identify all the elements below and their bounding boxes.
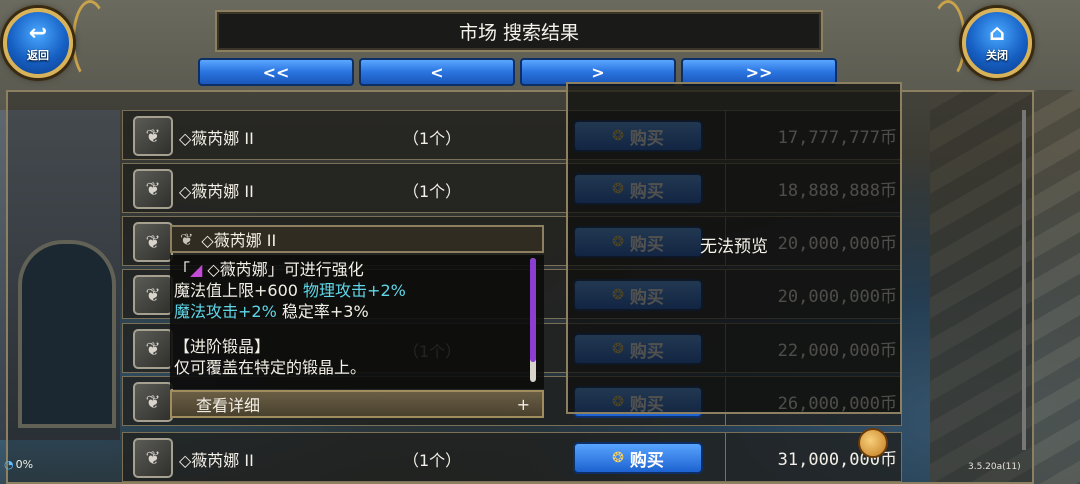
crystal-leaf-icon: ❦ xyxy=(133,382,173,422)
tooltip-line-4: 【进阶锻晶】 xyxy=(174,337,271,356)
version-label: 3.5.20a(11) xyxy=(968,462,1021,472)
back-label: 返回 xyxy=(27,49,49,62)
palette-icon[interactable] xyxy=(858,428,888,458)
tooltip-header: ❦ ◇薇芮娜 II xyxy=(170,225,544,253)
list-scrollbar[interactable] xyxy=(1022,110,1026,450)
tooltip-scroll-thumb[interactable] xyxy=(530,258,536,362)
table-row[interactable]: ❦ ◇薇芮娜 II （1个） ❂ 购买 31,000,000币 xyxy=(122,432,902,482)
coin-bag-icon: ❂ xyxy=(612,450,624,466)
wifi-icon: ◔ xyxy=(4,458,14,471)
item-name: ◇薇芮娜 II xyxy=(179,129,254,148)
tooltip-mp-stat: 魔法值上限+600 xyxy=(174,281,304,300)
buy-button[interactable]: ❂ 购买 xyxy=(573,442,703,474)
crystal-leaf-icon: ❦ xyxy=(133,329,173,369)
crystal-leaf-icon: ❦ xyxy=(133,275,173,315)
window-title: 市场 搜索结果 xyxy=(215,10,823,52)
preview-panel: 无法预览 xyxy=(566,82,902,414)
preview-text: 无法预览 xyxy=(700,236,768,257)
tooltip-phys-stat: 物理攻击+2% xyxy=(303,281,406,300)
tooltip-line-1: 「◢ ◇薇芮娜」可进行强化 xyxy=(174,259,532,280)
view-details-label: 查看详细 xyxy=(196,396,261,415)
tooltip-enhance-text: ◇薇芮娜」可进行强化 xyxy=(207,260,364,279)
battery-status: ◔ 0% xyxy=(4,458,33,471)
tooltip-stability-stat: 稳定率+3% xyxy=(276,302,369,321)
tooltip-spacer xyxy=(174,322,532,336)
crystal-leaf-icon: ❦ xyxy=(133,438,173,478)
crystal-leaf-icon: ❦ xyxy=(133,169,173,209)
gem-icon: ◢ xyxy=(190,260,203,279)
close-button[interactable]: ⌂ 关闭 xyxy=(962,8,1032,78)
item-quantity: （1个） xyxy=(403,451,462,470)
first-page-button[interactable]: << xyxy=(198,58,354,86)
tooltip-line-2: 魔法值上限+600 物理攻击+2% xyxy=(174,280,532,301)
left-ornament xyxy=(72,0,108,80)
tooltip-line-3: 魔法攻击+2% 稳定率+3% xyxy=(174,301,532,322)
home-icon: ⌂ xyxy=(989,21,1005,46)
view-details-button[interactable]: 查看详细 + xyxy=(170,390,544,418)
return-arrow-icon: ↩ xyxy=(28,21,48,46)
tooltip-body: 「◢ ◇薇芮娜」可进行强化 魔法值上限+600 物理攻击+2% 魔法攻击+2% … xyxy=(170,255,544,389)
right-ornament xyxy=(930,0,966,80)
item-name: ◇薇芮娜 II xyxy=(179,451,254,470)
buy-label: 购买 xyxy=(629,450,664,471)
plus-icon: + xyxy=(516,394,530,414)
item-name: ◇薇芮娜 II xyxy=(179,182,254,201)
prev-page-button[interactable]: < xyxy=(359,58,515,86)
close-label: 关闭 xyxy=(986,49,1008,62)
item-quantity: （1个） xyxy=(403,129,462,148)
battery-text: 0% xyxy=(15,458,34,471)
crystal-leaf-icon: ❦ xyxy=(133,116,173,156)
crystal-leaf-icon: ❦ xyxy=(133,222,173,262)
tooltip-line-5: 仅可覆盖在特定的锻晶上。 xyxy=(174,358,367,377)
tooltip-bracket: 「 xyxy=(174,260,191,279)
tooltip-title: ◇薇芮娜 II xyxy=(201,231,277,250)
back-button[interactable]: ↩ 返回 xyxy=(3,8,73,78)
tooltip-mag-stat: 魔法攻击+2% xyxy=(174,302,277,321)
item-quantity: （1个） xyxy=(403,182,462,201)
crystal-leaf-icon: ❦ xyxy=(180,229,194,249)
